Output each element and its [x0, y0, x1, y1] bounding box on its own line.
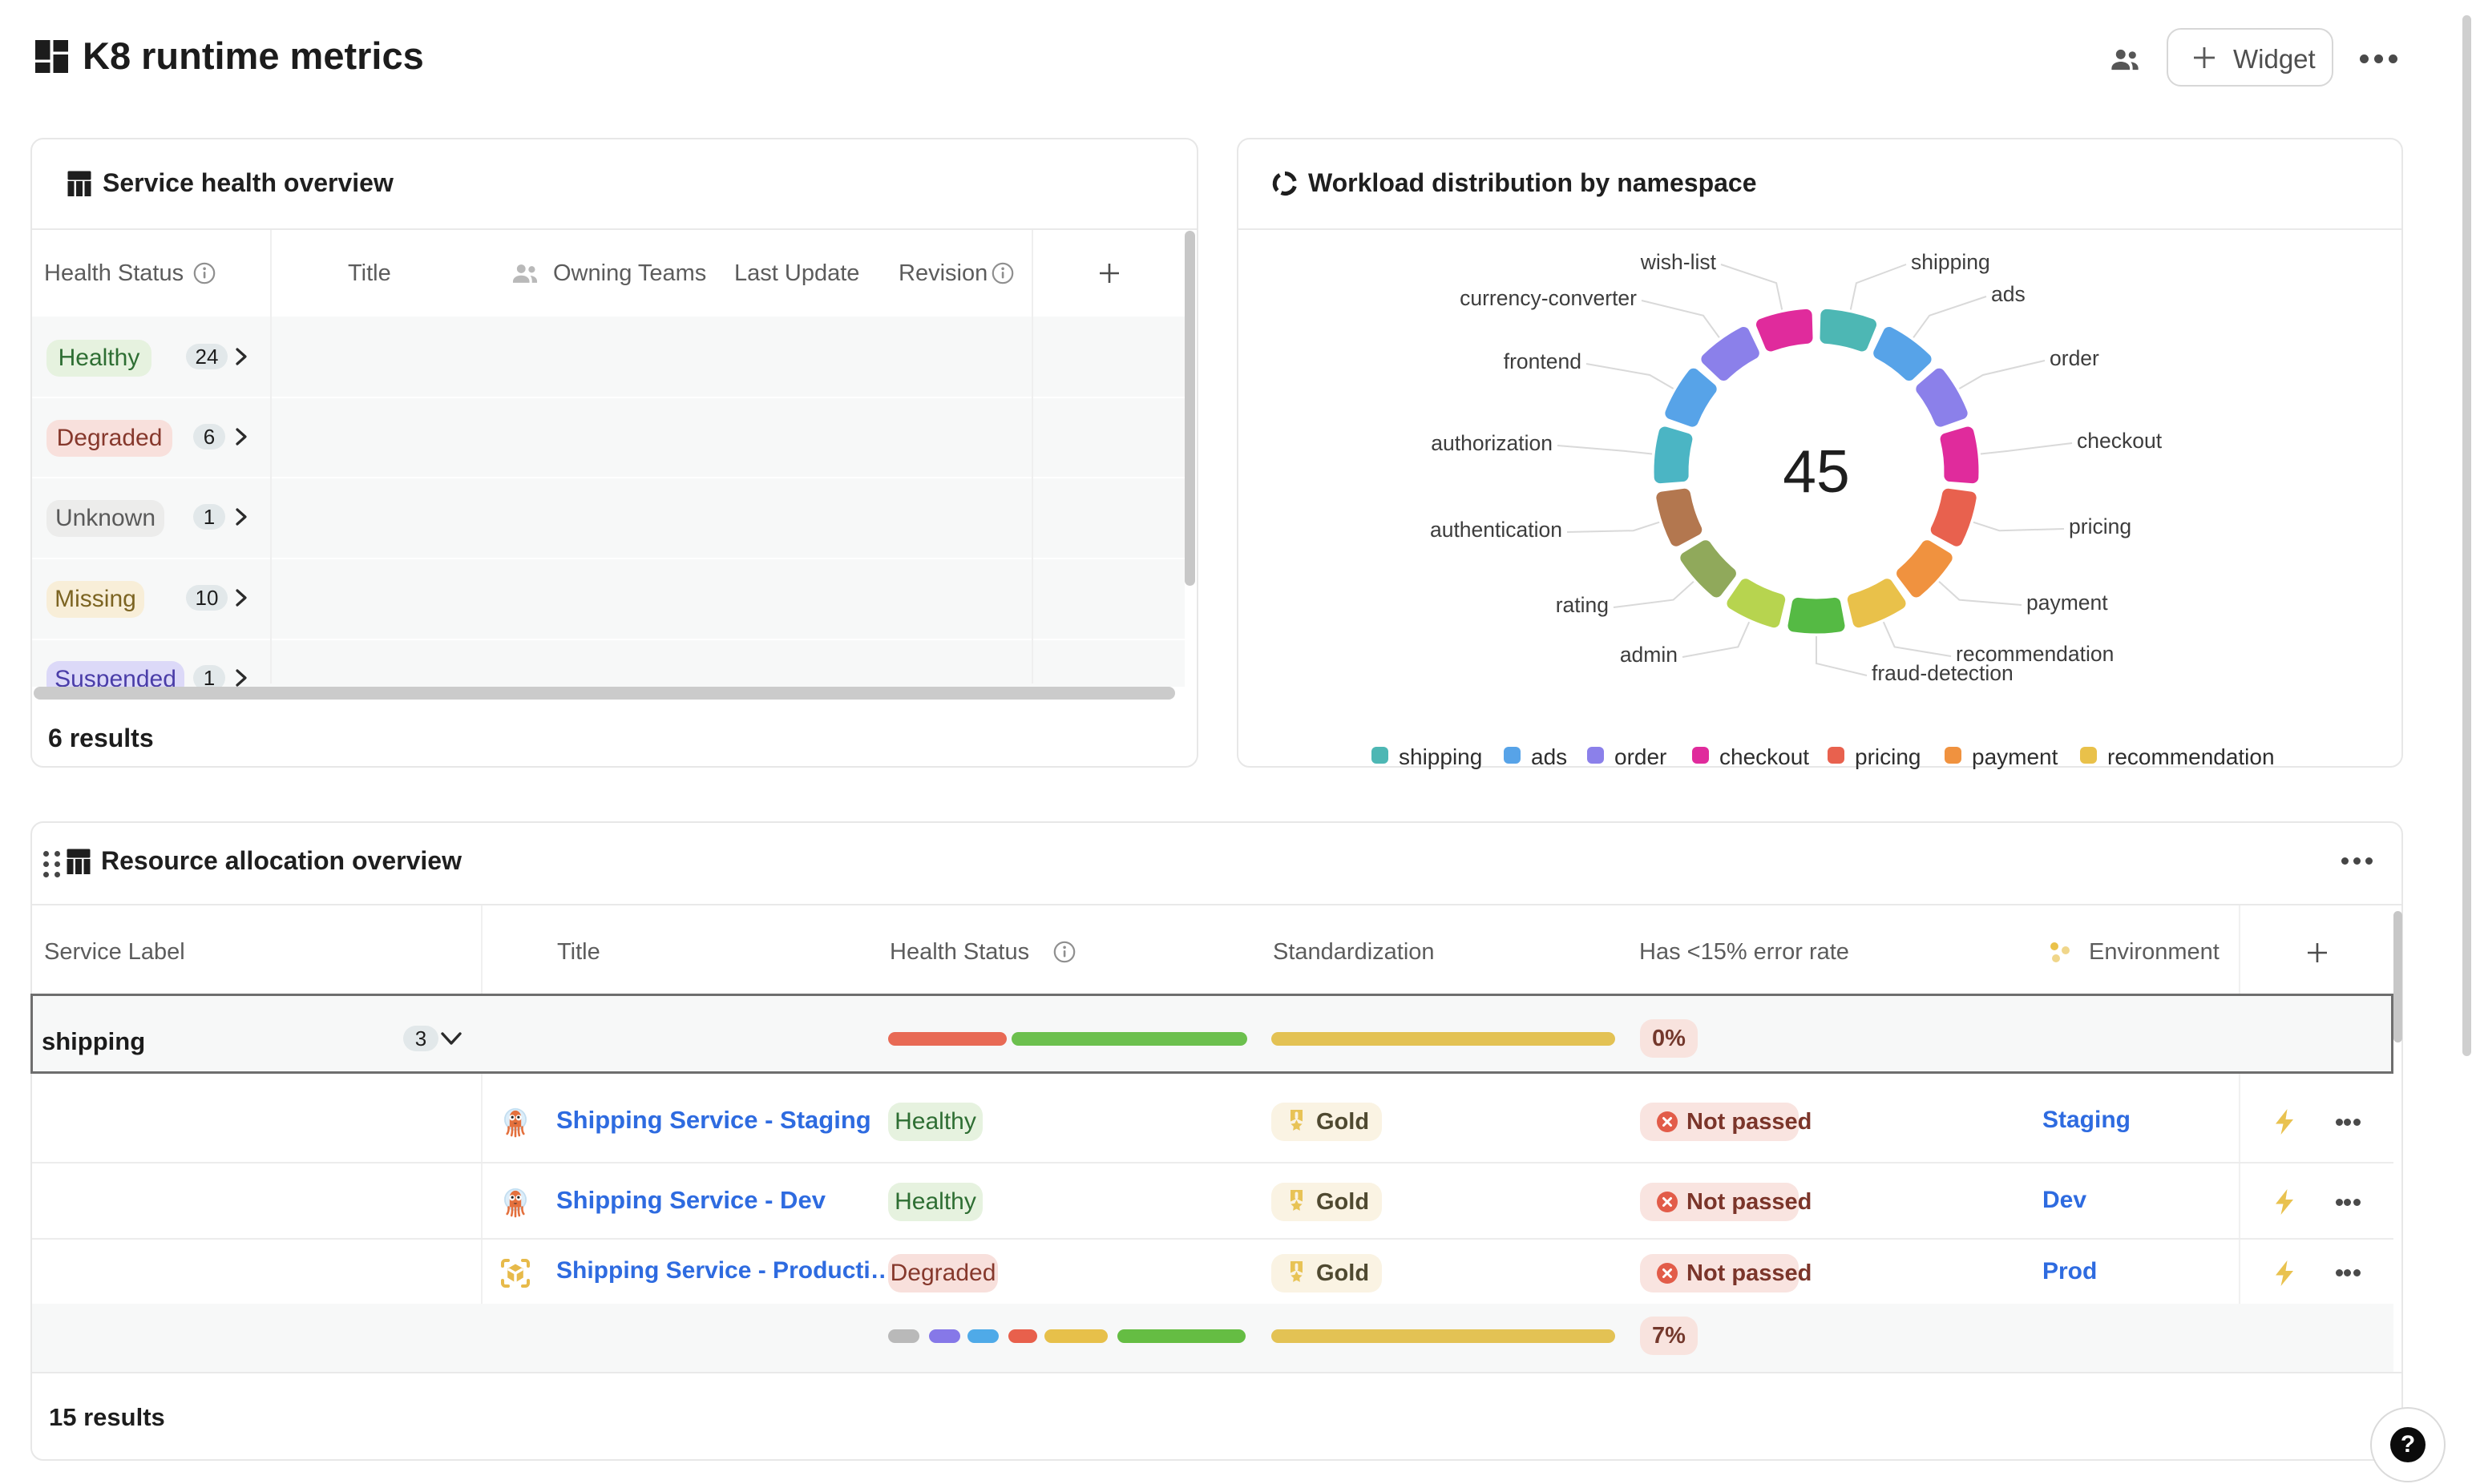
svg-text:authorization: authorization — [1431, 431, 1553, 455]
svg-text:currency-converter: currency-converter — [1460, 286, 1637, 310]
svg-text:authentication: authentication — [1430, 518, 1562, 542]
svg-text:frontend: frontend — [1504, 349, 1581, 373]
svg-text:checkout: checkout — [2077, 429, 2163, 453]
svg-text:45: 45 — [1783, 438, 1849, 505]
svg-text:order: order — [2050, 346, 2099, 370]
svg-text:rating: rating — [1556, 593, 1609, 617]
svg-text:admin: admin — [1620, 643, 1678, 667]
svg-text:payment: payment — [2026, 591, 2108, 615]
svg-text:pricing: pricing — [2069, 514, 2131, 538]
svg-text:ads: ads — [1991, 282, 2026, 306]
svg-text:fraud-detection: fraud-detection — [1872, 661, 2014, 685]
svg-text:shipping: shipping — [1911, 250, 1990, 274]
svg-text:wish-list: wish-list — [1640, 250, 1717, 274]
